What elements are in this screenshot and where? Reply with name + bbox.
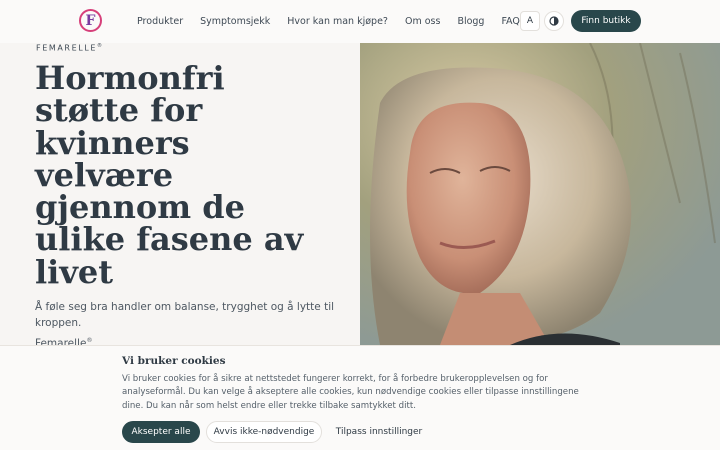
brand-registered-mark: ® xyxy=(97,43,104,49)
customize-settings-label: Tilpass innstillinger xyxy=(335,427,423,437)
nav-item-faq[interactable]: FAQ xyxy=(501,16,519,27)
nav-item-symptomsjekk[interactable]: Symptomsjekk xyxy=(200,16,270,27)
main-nav: Produkter Symptomsjekk Hvor kan man kjøp… xyxy=(137,0,537,43)
reject-nonessential-button[interactable]: Avvis ikke-nødvendige xyxy=(206,421,322,443)
nav-item-om-oss[interactable]: Om oss xyxy=(405,16,440,27)
accept-all-button[interactable]: Aksepter alle xyxy=(122,421,200,443)
brand-name: FEMARELLE xyxy=(36,43,98,53)
reject-nonessential-label: Avvis ikke-nødvendige xyxy=(213,427,315,437)
hero-text2-mark: ® xyxy=(86,337,93,344)
hero-image xyxy=(360,43,720,345)
hero-photo-woman xyxy=(360,43,720,345)
theme-toggle-button[interactable] xyxy=(544,11,564,31)
brand-label: FEMARELLE® xyxy=(36,43,104,53)
cookie-banner: Vi bruker cookies Vi bruker cookies for … xyxy=(0,345,720,450)
contrast-icon xyxy=(549,16,559,26)
font-size-label: A xyxy=(526,16,534,26)
site-header: F Produkter Symptomsjekk Hvor kan man kj… xyxy=(0,0,720,43)
find-store-button[interactable]: Finn butikk xyxy=(571,10,641,32)
accept-all-label: Aksepter alle xyxy=(131,427,191,437)
font-size-button[interactable]: A xyxy=(520,11,540,31)
customize-settings-button[interactable]: Tilpass innstillinger xyxy=(330,421,428,443)
nav-item-blogg[interactable]: Blogg xyxy=(457,16,484,27)
cookie-text: Vi bruker cookies for å sikre at nettste… xyxy=(122,374,579,411)
nav-item-produkter[interactable]: Produkter xyxy=(137,16,183,27)
nav-item-hvor-kjope[interactable]: Hvor kan man kjøpe? xyxy=(287,16,388,27)
cookie-title: Vi bruker cookies xyxy=(122,355,226,367)
logo-letter: F xyxy=(85,12,96,29)
hero-intro: Å føle seg bra handler om balanse, trygg… xyxy=(35,301,335,329)
find-store-label: Finn butikk xyxy=(581,16,631,26)
femarelle-logo[interactable]: F xyxy=(79,9,102,32)
hero-title: Hormonfri støtte for kvinners velvære gj… xyxy=(35,59,304,291)
